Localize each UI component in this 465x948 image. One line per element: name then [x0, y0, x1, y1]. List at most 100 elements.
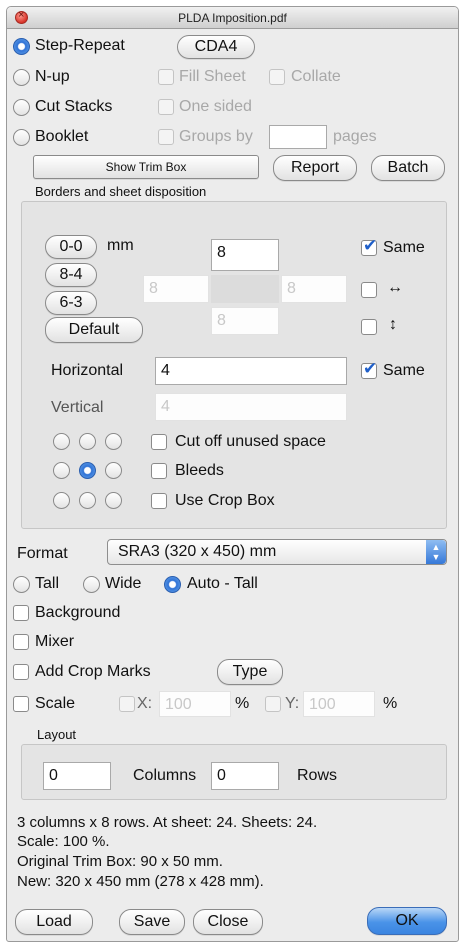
- anchor-middle-left-radio[interactable]: [53, 462, 70, 479]
- unit-label: mm: [107, 237, 134, 254]
- select-stepper-icon: ▲ ▼: [426, 540, 446, 564]
- right-margin-input[interactable]: 8: [281, 275, 347, 303]
- anchor-bottom-left-radio[interactable]: [53, 492, 70, 509]
- n-up-label: N-up: [35, 68, 70, 85]
- summary-line-1: 3 columns x 8 rows. At sheet: 24. Sheets…: [17, 814, 318, 831]
- groups-by-label: Groups by: [179, 128, 253, 145]
- gap-same-label: Same: [383, 362, 425, 379]
- rows-label: Rows: [297, 767, 338, 784]
- groups-by-input[interactable]: [269, 125, 327, 149]
- vertical-label: Vertical: [51, 399, 104, 416]
- anchor-middle-right-radio[interactable]: [105, 462, 122, 479]
- left-margin-input[interactable]: 8: [143, 275, 209, 303]
- columns-input[interactable]: 0: [43, 762, 111, 790]
- save-button[interactable]: Save: [119, 909, 185, 935]
- scale-x-label: X:: [137, 695, 153, 712]
- load-button[interactable]: Load: [15, 909, 93, 935]
- default-button[interactable]: Default: [45, 317, 143, 343]
- use-crop-box-checkbox[interactable]: [151, 493, 167, 509]
- batch-button[interactable]: Batch: [371, 155, 445, 181]
- pages-label: pages: [333, 128, 377, 145]
- auto-tall-radio[interactable]: [164, 576, 181, 593]
- rows-input[interactable]: 0: [211, 762, 279, 790]
- anchor-center-radio[interactable]: [79, 462, 96, 479]
- auto-tall-label: Auto - Tall: [187, 575, 258, 592]
- scale-x-checkbox[interactable]: [119, 696, 135, 712]
- close-button[interactable]: Close: [193, 909, 263, 935]
- same-margins-checkbox[interactable]: [361, 236, 377, 256]
- booklet-radio[interactable]: [13, 129, 30, 146]
- step-repeat-radio[interactable]: [13, 38, 30, 55]
- preset-0-0-button[interactable]: 0-0: [45, 235, 97, 259]
- same-margins-label: Same: [383, 239, 425, 256]
- cut-off-unused-label: Cut off unused space: [175, 433, 326, 450]
- mixer-label: Mixer: [35, 633, 75, 650]
- vertical-arrow-icon: ↕: [389, 316, 397, 333]
- scale-y-percent: %: [383, 695, 398, 712]
- n-up-radio[interactable]: [13, 69, 30, 86]
- window-title: PLDA Imposition.pdf: [178, 11, 287, 25]
- one-sided-checkbox[interactable]: [158, 99, 174, 115]
- one-sided-label: One sided: [179, 98, 252, 115]
- scale-y-input[interactable]: 100: [303, 691, 375, 717]
- show-trim-box-button[interactable]: Show Trim Box: [33, 155, 259, 179]
- anchor-top-center-radio[interactable]: [79, 433, 96, 450]
- tall-radio[interactable]: [13, 576, 30, 593]
- anchor-bottom-right-radio[interactable]: [105, 492, 122, 509]
- mixer-checkbox[interactable]: [13, 634, 29, 650]
- columns-label: Columns: [133, 767, 197, 784]
- summary-line-4: New: 320 x 450 mm (278 x 428 mm).: [17, 873, 264, 890]
- groups-by-checkbox[interactable]: [158, 129, 174, 145]
- cut-off-unused-checkbox[interactable]: [151, 434, 167, 450]
- wide-label: Wide: [105, 575, 142, 592]
- scale-label: Scale: [35, 695, 76, 712]
- wide-radio[interactable]: [83, 576, 100, 593]
- summary-line-2: Scale: 100 %.: [17, 833, 110, 850]
- cut-stacks-radio[interactable]: [13, 99, 30, 116]
- report-button[interactable]: Report: [273, 155, 357, 181]
- scale-x-input[interactable]: 100: [159, 691, 231, 717]
- preset-8-4-button[interactable]: 8-4: [45, 263, 97, 287]
- bleeds-label: Bleeds: [175, 462, 224, 479]
- format-select-value: SRA3 (320 x 450) mm: [118, 543, 277, 560]
- format-label: Format: [17, 545, 68, 562]
- scale-x-percent: %: [235, 695, 250, 712]
- collate-label: Collate: [291, 68, 341, 85]
- anchor-top-left-radio[interactable]: [53, 433, 70, 450]
- scale-y-label: Y:: [285, 695, 300, 712]
- booklet-label: Booklet: [35, 128, 89, 145]
- scale-checkbox[interactable]: [13, 696, 29, 712]
- collate-checkbox[interactable]: [269, 69, 285, 85]
- bleeds-checkbox[interactable]: [151, 463, 167, 479]
- background-label: Background: [35, 604, 121, 621]
- gap-same-checkbox[interactable]: [361, 359, 377, 379]
- add-crop-marks-label: Add Crop Marks: [35, 663, 151, 680]
- borders-section-label: Borders and sheet disposition: [35, 184, 207, 199]
- background-checkbox[interactable]: [13, 605, 29, 621]
- bottom-margin-input[interactable]: 8: [211, 307, 279, 335]
- anchor-top-right-radio[interactable]: [105, 433, 122, 450]
- horizontal-arrow-icon: ↔: [387, 279, 403, 296]
- cut-stacks-label: Cut Stacks: [35, 98, 113, 115]
- cda4-button[interactable]: CDA4: [177, 35, 255, 59]
- fill-sheet-checkbox[interactable]: [158, 69, 174, 85]
- scale-y-checkbox[interactable]: [265, 696, 281, 712]
- top-margin-input[interactable]: 8: [211, 239, 279, 271]
- format-select[interactable]: SRA3 (320 x 450) mm ▲ ▼: [107, 539, 447, 565]
- fill-sheet-label: Fill Sheet: [179, 68, 246, 85]
- title-bar: PLDA Imposition.pdf: [7, 7, 458, 29]
- crop-marks-type-button[interactable]: Type: [217, 659, 283, 685]
- margin-center-panel: [211, 275, 279, 303]
- tall-label: Tall: [35, 575, 60, 592]
- preset-6-3-button[interactable]: 6-3: [45, 291, 97, 315]
- step-repeat-label: Step-Repeat: [35, 37, 125, 54]
- horizontal-gap-input[interactable]: 4: [155, 357, 347, 385]
- anchor-bottom-center-radio[interactable]: [79, 492, 96, 509]
- summary-line-3: Original Trim Box: 90 x 50 mm.: [17, 853, 223, 870]
- horizontal-label: Horizontal: [51, 362, 124, 379]
- ok-button[interactable]: OK: [367, 907, 447, 935]
- horizontal-link-checkbox[interactable]: [361, 282, 377, 298]
- vertical-link-checkbox[interactable]: [361, 319, 377, 335]
- add-crop-marks-checkbox[interactable]: [13, 664, 29, 680]
- vertical-gap-input[interactable]: 4: [155, 393, 347, 421]
